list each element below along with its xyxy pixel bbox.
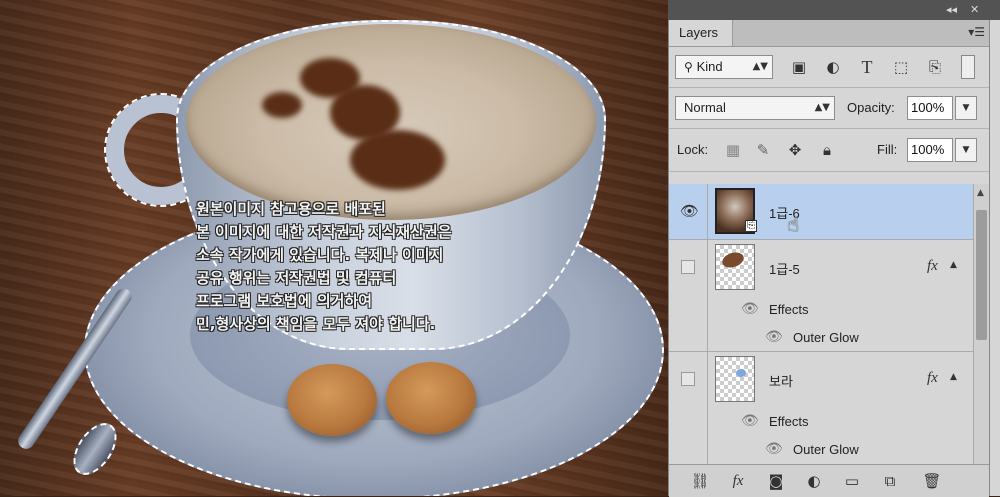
opacity-dropdown-button[interactable]: ▼ [955, 96, 977, 120]
scrollbar-thumb[interactable] [976, 210, 987, 340]
effect-eye-icon[interactable]: 👁︎ [765, 441, 783, 457]
link-layers-icon[interactable]: ⛓ [689, 471, 711, 491]
chevron-down-icon: ▼ [962, 145, 970, 155]
effect-eye-icon[interactable]: 👁︎ [765, 329, 783, 345]
lock-all-icon[interactable]: 🔒︎ [817, 140, 837, 160]
cookie-image [386, 362, 476, 434]
layer-name[interactable]: 보라 [769, 371, 793, 390]
layer-thumbnail [715, 356, 755, 402]
effect-item-row[interactable]: 👁︎ Outer Glow [669, 436, 973, 464]
lock-label: Lock: [677, 142, 709, 157]
opacity-label: Opacity: [847, 100, 895, 115]
layers-panel-body: Layers ▾☰ ⚲ Kind ▲▼ ▣ ◐ T ⬚ ⎘ Normal ▲▼ … [668, 20, 990, 497]
filter-kind-label: Kind [696, 59, 723, 74]
effect-item-label: Outer Glow [793, 442, 859, 457]
divider [707, 324, 708, 352]
lock-transparent-pixels-icon[interactable]: ▦ [723, 140, 743, 160]
lock-position-icon[interactable]: ✥ [785, 140, 805, 160]
cocoa-spot [262, 92, 302, 118]
search-icon: ⚲ [684, 60, 697, 74]
chevron-updown-icon: ▲▼ [752, 61, 768, 72]
layer-list-scrollbar[interactable]: ▲ ▼ [973, 184, 989, 484]
divider [707, 184, 708, 240]
shape-filter-icon[interactable]: ⬚ [891, 57, 911, 77]
add-layer-style-icon[interactable]: fx [727, 471, 749, 491]
fill-dropdown-button[interactable]: ▼ [955, 138, 977, 162]
smart-object-badge-icon: ⎘ [745, 220, 757, 232]
smart-object-filter-icon[interactable]: ⎘ [925, 57, 945, 77]
effects-row[interactable]: 👁︎ Effects [669, 408, 973, 436]
lock-row: Lock: ▦ ✎ ✥ 🔒︎ Fill: 100% ▼ [669, 129, 989, 172]
collapse-icon[interactable]: ◂◂ [946, 3, 957, 16]
effect-item-label: Outer Glow [793, 330, 859, 345]
delete-layer-icon[interactable]: 🗑︎ [921, 471, 943, 491]
blend-mode-value: Normal [684, 100, 726, 115]
effects-eye-icon[interactable]: 👁︎ [741, 301, 759, 317]
expand-effects-icon[interactable]: ▲ [950, 372, 957, 382]
divider [707, 352, 708, 408]
fx-badge-icon[interactable]: fx [927, 370, 938, 387]
type-filter-icon[interactable]: T [857, 57, 877, 77]
tab-layers[interactable]: Layers [669, 20, 733, 46]
divider [707, 436, 708, 464]
new-group-icon[interactable]: ▭ [841, 471, 863, 491]
panel-tab-row: Layers ▾☰ [669, 20, 989, 47]
layer-row[interactable]: 1급-5 fx ▲ [669, 240, 973, 296]
effect-item-row[interactable]: 👁︎ Outer Glow [669, 324, 973, 352]
chevron-updown-icon: ▲▼ [814, 102, 830, 113]
filter-kind-select[interactable]: ⚲ Kind ▲▼ [675, 55, 773, 79]
new-adjustment-layer-icon[interactable]: ◐ [803, 471, 825, 491]
visibility-toggle-box[interactable] [681, 260, 695, 274]
spoon-tip-image [64, 415, 126, 483]
close-icon[interactable]: ✕ [970, 3, 979, 16]
add-mask-icon[interactable]: ◙ [765, 471, 787, 491]
divider [707, 296, 708, 324]
panel-title-bar[interactable]: ◂◂ ✕ [668, 0, 1000, 20]
chevron-down-icon: ▼ [962, 103, 970, 113]
divider [707, 240, 708, 296]
effects-eye-icon[interactable]: 👁︎ [741, 413, 759, 429]
divider [707, 408, 708, 436]
opacity-input[interactable]: 100% [907, 96, 953, 120]
blend-row: Normal ▲▼ Opacity: 100% ▼ [669, 88, 989, 129]
visibility-toggle-box[interactable] [681, 372, 695, 386]
new-layer-icon[interactable]: ⧉ [879, 471, 901, 491]
cocoa-spot [350, 130, 445, 190]
watermark-text: 원본이미지 참고용으로 배포된 본 이미지에 대한 저작권과 지식재산권은 소속… [196, 200, 452, 333]
effects-label: Effects [769, 302, 809, 317]
filter-toggle-switch[interactable] [961, 55, 975, 79]
expand-effects-icon[interactable]: ▲ [950, 260, 957, 270]
lock-image-pixels-icon[interactable]: ✎ [753, 140, 773, 160]
fx-badge-icon[interactable]: fx [927, 258, 938, 275]
adjustment-filter-icon[interactable]: ◐ [823, 57, 843, 77]
effects-label: Effects [769, 414, 809, 429]
hand-cursor-icon: ☝ [787, 212, 800, 236]
filter-row: ⚲ Kind ▲▼ ▣ ◐ T ⬚ ⎘ [669, 47, 989, 88]
fill-label: Fill: [877, 142, 898, 157]
panel-menu-icon[interactable]: ▾☰ [968, 25, 985, 39]
layers-panel: ◂◂ ✕ Layers ▾☰ ⚲ Kind ▲▼ ▣ ◐ T ⬚ ⎘ Norma… [668, 0, 1000, 497]
fill-input[interactable]: 100% [907, 138, 953, 162]
scroll-up-icon[interactable]: ▲ [977, 188, 984, 198]
blend-mode-select[interactable]: Normal ▲▼ [675, 96, 835, 120]
layer-name[interactable]: 1급-5 [769, 259, 800, 278]
layer-thumbnail [715, 244, 755, 290]
image-filter-icon[interactable]: ▣ [789, 57, 809, 77]
layer-list: 👁︎ ⎘ 1급-6 ☝ 1급-5 fx ▲ 👁︎ Effects 👁︎ Oute… [669, 184, 973, 484]
document-canvas[interactable]: 원본이미지 참고용으로 배포된 본 이미지에 대한 저작권과 지식재산권은 소속… [0, 0, 668, 496]
thumbnail-shape [736, 369, 746, 377]
cookie-image [287, 364, 377, 436]
thumbnail-shape [720, 249, 746, 271]
layer-row[interactable]: 보라 fx ▲ [669, 352, 973, 408]
panel-bottom-toolbar: ⛓ fx ◙ ◐ ▭ ⧉ 🗑︎ [669, 464, 989, 497]
effects-row[interactable]: 👁︎ Effects [669, 296, 973, 324]
layer-row[interactable]: 👁︎ ⎘ 1급-6 ☝ [669, 184, 973, 240]
visibility-eye-icon[interactable]: 👁︎ [680, 202, 699, 220]
